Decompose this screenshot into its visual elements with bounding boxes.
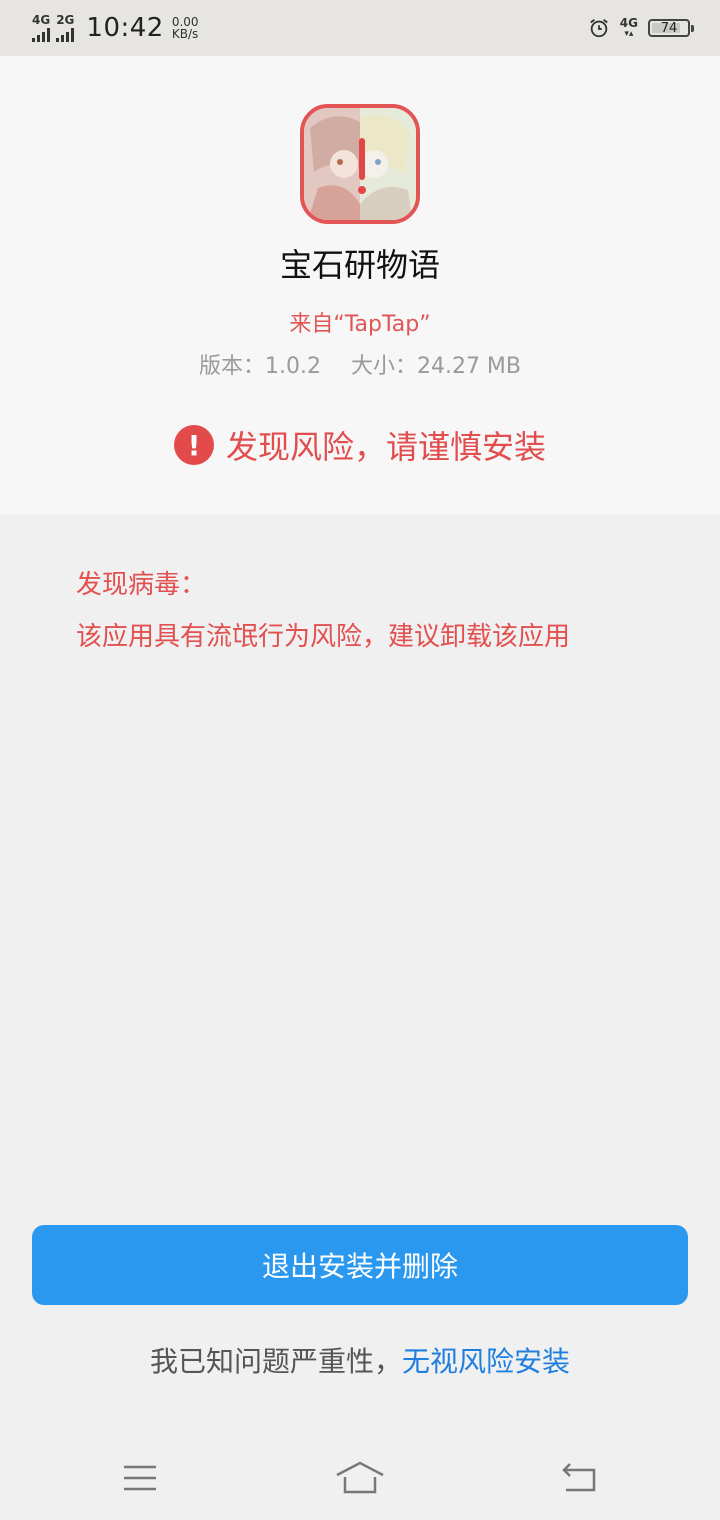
risk-banner-text: 发现风险，请谨慎安装 [225, 428, 546, 466]
app-meta: 版本：1.0.2 大小：24.27 MB [0, 348, 720, 380]
ignore-risk-install-link[interactable]: 无视风险安装 [402, 1345, 570, 1378]
network-type-label: 4G [32, 13, 51, 27]
battery-icon: 74 [648, 19, 694, 37]
network-type-label: 2G [56, 13, 75, 27]
ignore-risk-row: 我已知问题严重性，无视风险安装 [0, 1340, 720, 1380]
battery-level: 74 [660, 20, 678, 36]
virus-title: 发现病毒： [76, 570, 207, 600]
app-icon [300, 104, 420, 224]
app-version: 版本：1.0.2 [198, 354, 321, 379]
navigation-bar [0, 1436, 720, 1520]
signal-4g: 4G [32, 14, 50, 42]
app-size: 大小：24.27 MB [350, 354, 522, 379]
exit-and-delete-button[interactable]: 退出安装并删除 [32, 1225, 688, 1305]
app-info-panel: 宝石研物语 来自“TapTap” 版本：1.0.2 大小：24.27 MB ! 发… [0, 56, 720, 514]
menu-button[interactable] [110, 1456, 170, 1500]
warning-mark-icon [359, 138, 365, 180]
network-speed: 0.00 KB/s [172, 16, 199, 40]
back-button[interactable] [550, 1456, 610, 1500]
home-icon [336, 1461, 384, 1494]
status-bar: 4G 2G 10:42 0.00 KB/s 4G ▾▴ 74 [0, 0, 720, 56]
signal-bars-icon [32, 28, 50, 42]
mobile-data-indicator: 4G ▾▴ [620, 17, 638, 39]
ignore-risk-prefix: 我已知问题严重性， [149, 1345, 402, 1378]
app-source: 来自“TapTap” [289, 312, 431, 337]
risk-banner: ! 发现风险，请谨慎安装 [0, 422, 720, 468]
warning-dot-icon [358, 186, 366, 194]
menu-icon [124, 1465, 156, 1491]
virus-description: 该应用具有流氓行为风险，建议卸载该应用 [76, 622, 571, 652]
exclamation-icon: ! [173, 425, 214, 465]
speed-unit: KB/s [171, 27, 199, 41]
app-name: 宝石研物语 [279, 246, 440, 284]
network-type-label: 4G [619, 16, 638, 30]
data-arrows-icon: ▾▴ [624, 29, 634, 39]
back-icon [562, 1463, 596, 1492]
status-left: 4G 2G 10:42 0.00 KB/s [32, 10, 199, 46]
alarm-icon [589, 19, 608, 38]
signal-2g: 2G [56, 14, 74, 42]
signal-bars-icon [56, 28, 75, 42]
status-right: 4G ▾▴ 74 [588, 12, 694, 44]
home-button[interactable] [330, 1456, 390, 1500]
clock: 10:42 [86, 13, 164, 43]
